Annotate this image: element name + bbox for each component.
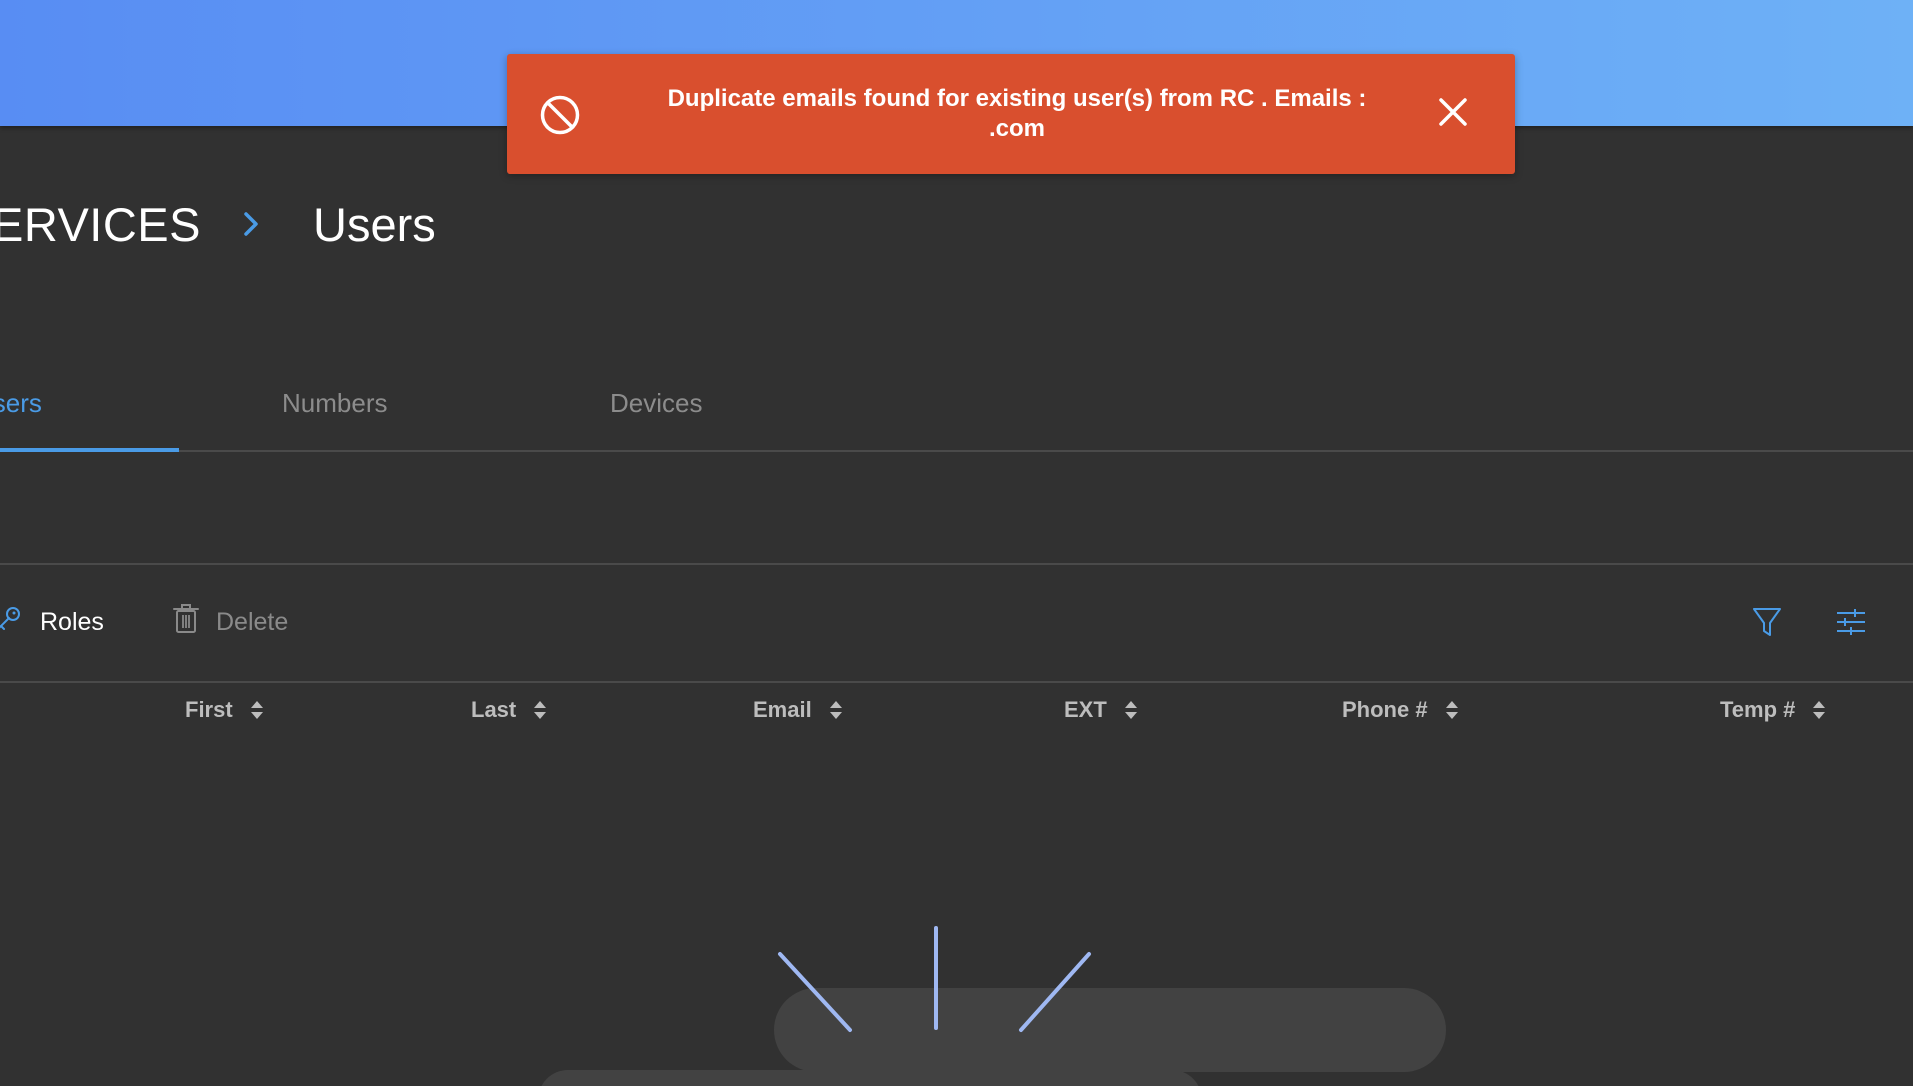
roles-button[interactable]: Roles	[0, 600, 104, 644]
delete-button[interactable]: Delete	[172, 600, 288, 644]
tab-devices[interactable]: Devices	[610, 388, 702, 419]
column-header-label: Phone #	[1342, 697, 1428, 722]
column-header-email[interactable]: Email	[753, 692, 844, 728]
chevron-right-icon	[237, 210, 265, 238]
error-toast: Duplicate emails found for existing user…	[507, 54, 1515, 174]
sort-icon	[1444, 699, 1460, 721]
roles-label: Roles	[40, 607, 104, 636]
tab-numbers[interactable]: Numbers	[282, 388, 387, 419]
divider	[0, 563, 1913, 565]
toast-message-line-2: .com	[988, 115, 1045, 142]
breadcrumb-current: Users	[313, 197, 436, 251]
toast-message: Duplicate emails found for existing user…	[617, 84, 1417, 144]
column-header-first[interactable]: First	[185, 692, 265, 728]
toast-message-line-1: Duplicate emails found for existing user…	[667, 85, 1367, 112]
column-header-label: EXT	[1064, 697, 1107, 722]
column-header-ext[interactable]: EXT	[1064, 692, 1139, 728]
toast-close-button[interactable]	[1435, 96, 1471, 132]
sliders-icon	[1834, 606, 1868, 643]
column-header-phone[interactable]: Phone #	[1342, 692, 1460, 728]
sort-icon	[1811, 699, 1827, 721]
column-header-label: Email	[753, 697, 812, 722]
toolbar: Roles Delete	[0, 600, 1913, 660]
column-header-label: Temp #	[1720, 697, 1796, 722]
column-header-last[interactable]: Last	[471, 692, 548, 728]
divider	[0, 681, 1913, 683]
tab-users[interactable]: Users	[0, 388, 42, 419]
column-header-temp[interactable]: Temp #	[1720, 692, 1827, 728]
active-tab-indicator	[0, 448, 179, 452]
sort-icon	[532, 699, 548, 721]
column-header-label: Last	[471, 697, 517, 722]
filter-icon	[1751, 605, 1783, 644]
filter-button[interactable]	[1747, 604, 1787, 644]
close-icon	[1438, 97, 1468, 132]
column-settings-button[interactable]	[1831, 604, 1871, 644]
breadcrumb-parent[interactable]: ERVICES	[0, 197, 201, 252]
loading-placeholder	[538, 1070, 1202, 1086]
prohibited-icon	[539, 94, 581, 136]
sort-icon	[828, 699, 844, 721]
column-header-label: First	[185, 697, 233, 722]
sort-icon	[249, 699, 265, 721]
users-page: ERVICES Users Users Numbers Devices Role…	[0, 0, 1913, 1086]
tab-bar: Users Numbers Devices	[0, 378, 1913, 452]
key-icon	[0, 604, 24, 641]
delete-label: Delete	[216, 607, 289, 636]
loading-spinner-icon	[778, 926, 1091, 1032]
trash-icon	[172, 603, 200, 642]
sort-icon	[1123, 699, 1139, 721]
breadcrumb: ERVICES Users	[0, 192, 436, 256]
